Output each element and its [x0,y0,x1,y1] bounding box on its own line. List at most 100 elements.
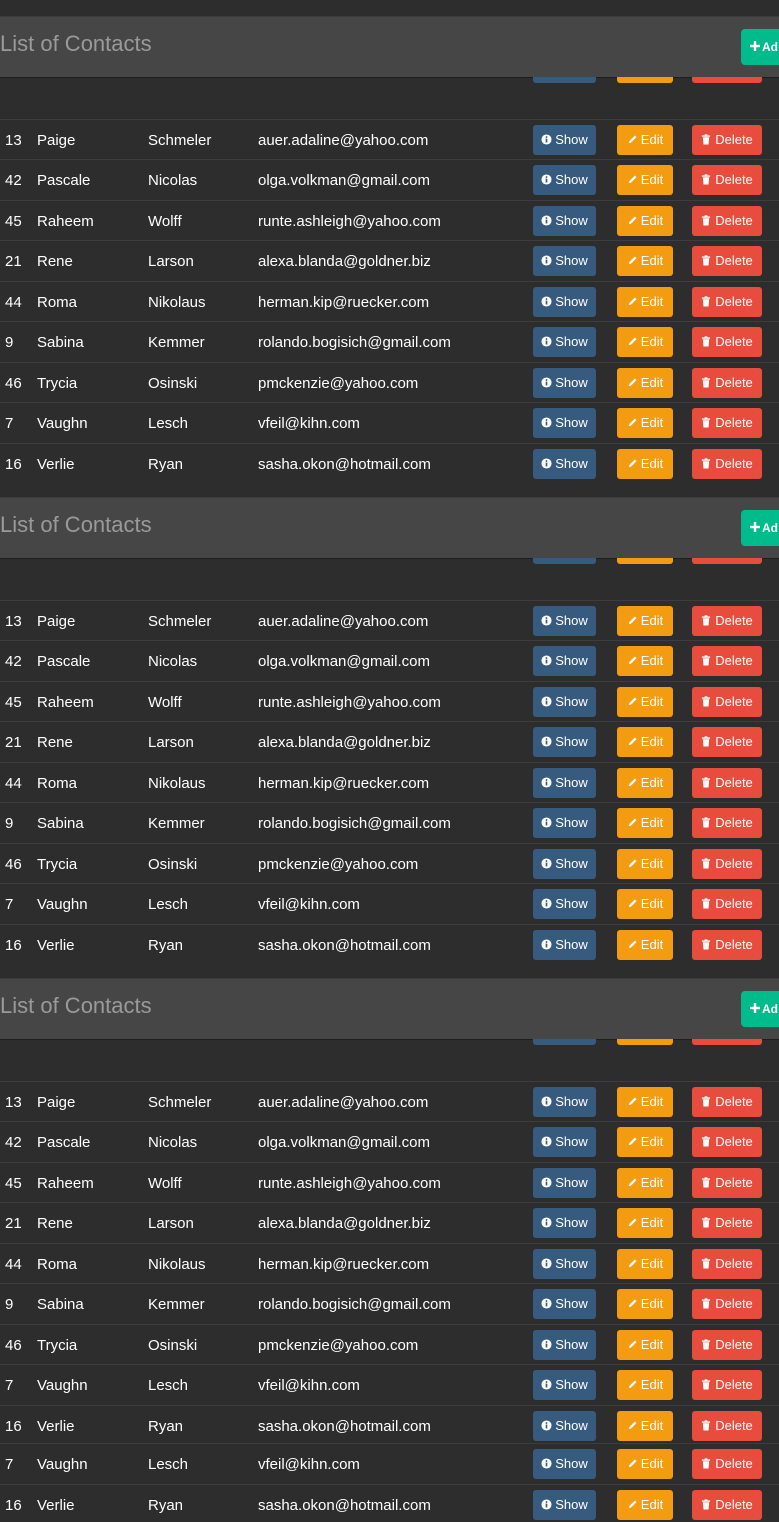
show-button[interactable]: Show [533,327,596,357]
delete-button[interactable]: Delete [692,1087,762,1117]
delete-button[interactable]: Delete [692,165,762,195]
delete-button[interactable]: Delete [692,646,762,676]
edit-button[interactable]: Edit [617,1411,673,1441]
show-button[interactable]: Show [533,449,596,479]
delete-button[interactable]: Delete [692,889,762,919]
delete-button[interactable]: Delete [692,1249,762,1279]
edit-button[interactable]: Edit [617,287,673,317]
show-button[interactable]: Show [533,1490,596,1520]
delete-button[interactable]: Delete [692,287,762,317]
delete-button[interactable]: Delete [692,206,762,236]
delete-button[interactable]: Delete [692,727,762,757]
show-button[interactable]: Show [533,768,596,798]
show-button[interactable]: Show [533,687,596,717]
show-button[interactable]: Show [533,1330,596,1360]
edit-button[interactable]: Edit [617,606,673,636]
show-button[interactable]: Show [533,165,596,195]
delete-button[interactable]: Delete [692,849,762,879]
edit-button[interactable]: Edit [617,1330,673,1360]
show-button[interactable]: Show [533,287,596,317]
edit-button[interactable]: Edit [617,558,673,564]
edit-button[interactable]: Edit [617,246,673,276]
show-button[interactable]: Show [533,1039,596,1045]
show-button[interactable]: Show [533,77,596,83]
edit-button[interactable]: Edit [617,1449,673,1479]
show-button[interactable]: Show [533,1249,596,1279]
delete-button[interactable]: Delete [692,558,762,564]
edit-button[interactable]: Edit [617,1087,673,1117]
show-button[interactable]: Show [533,408,596,438]
delete-button[interactable]: Delete [692,1208,762,1238]
show-button[interactable]: Show [533,889,596,919]
delete-button[interactable]: Delete [692,1330,762,1360]
edit-button[interactable]: Edit [617,808,673,838]
add-contact-button[interactable]: Ad [741,510,779,546]
show-button[interactable]: Show [533,727,596,757]
show-button[interactable]: Show [533,246,596,276]
show-button[interactable]: Show [533,1168,596,1198]
add-contact-button[interactable]: Ad [741,29,779,65]
edit-button[interactable]: Edit [617,889,673,919]
show-button[interactable]: Show [533,558,596,564]
edit-button[interactable]: Edit [617,1039,673,1045]
show-button[interactable]: Show [533,606,596,636]
add-contact-button[interactable]: Ad [741,991,779,1027]
edit-button[interactable]: Edit [617,1168,673,1198]
delete-button[interactable]: Delete [692,1127,762,1157]
edit-button[interactable]: Edit [617,125,673,155]
delete-button[interactable]: Delete [692,77,762,83]
show-button[interactable]: Show [533,930,596,960]
delete-button[interactable]: Delete [692,1370,762,1400]
edit-button[interactable]: Edit [617,687,673,717]
edit-button[interactable]: Edit [617,727,673,757]
edit-button[interactable]: Edit [617,206,673,236]
edit-button[interactable]: Edit [617,368,673,398]
delete-button[interactable]: Delete [692,1039,762,1045]
edit-button[interactable]: Edit [617,930,673,960]
delete-button[interactable]: Delete [692,1289,762,1319]
show-button[interactable]: Show [533,646,596,676]
delete-button[interactable]: Delete [692,246,762,276]
delete-button[interactable]: Delete [692,449,762,479]
show-button[interactable]: Show [533,1127,596,1157]
delete-button[interactable]: Delete [692,768,762,798]
delete-button[interactable]: Delete [692,368,762,398]
edit-button[interactable]: Edit [617,408,673,438]
edit-button[interactable]: Edit [617,1208,673,1238]
delete-button[interactable]: Delete [692,408,762,438]
edit-button[interactable]: Edit [617,1249,673,1279]
show-button[interactable]: Show [533,1370,596,1400]
show-button[interactable]: Show [533,1449,596,1479]
delete-button[interactable]: Delete [692,1411,762,1441]
show-button[interactable]: Show [533,1208,596,1238]
delete-button-label: Delete [715,1456,753,1471]
delete-button[interactable]: Delete [692,125,762,155]
edit-button[interactable]: Edit [617,77,673,83]
show-button[interactable]: Show [533,125,596,155]
delete-button[interactable]: Delete [692,930,762,960]
show-button[interactable]: Show [533,1411,596,1441]
edit-button[interactable]: Edit [617,768,673,798]
edit-button[interactable]: Edit [617,327,673,357]
show-button[interactable]: Show [533,808,596,838]
edit-button[interactable]: Edit [617,165,673,195]
edit-button[interactable]: Edit [617,646,673,676]
delete-button[interactable]: Delete [692,808,762,838]
show-button[interactable]: Show [533,1289,596,1319]
edit-button[interactable]: Edit [617,449,673,479]
show-button[interactable]: Show [533,368,596,398]
edit-button[interactable]: Edit [617,1370,673,1400]
delete-button[interactable]: Delete [692,687,762,717]
delete-button[interactable]: Delete [692,327,762,357]
delete-button[interactable]: Delete [692,1168,762,1198]
delete-button[interactable]: Delete [692,1449,762,1479]
show-button[interactable]: Show [533,1087,596,1117]
delete-button[interactable]: Delete [692,606,762,636]
show-button[interactable]: Show [533,849,596,879]
edit-button[interactable]: Edit [617,849,673,879]
delete-button[interactable]: Delete [692,1490,762,1520]
edit-button[interactable]: Edit [617,1289,673,1319]
edit-button[interactable]: Edit [617,1490,673,1520]
edit-button[interactable]: Edit [617,1127,673,1157]
show-button[interactable]: Show [533,206,596,236]
